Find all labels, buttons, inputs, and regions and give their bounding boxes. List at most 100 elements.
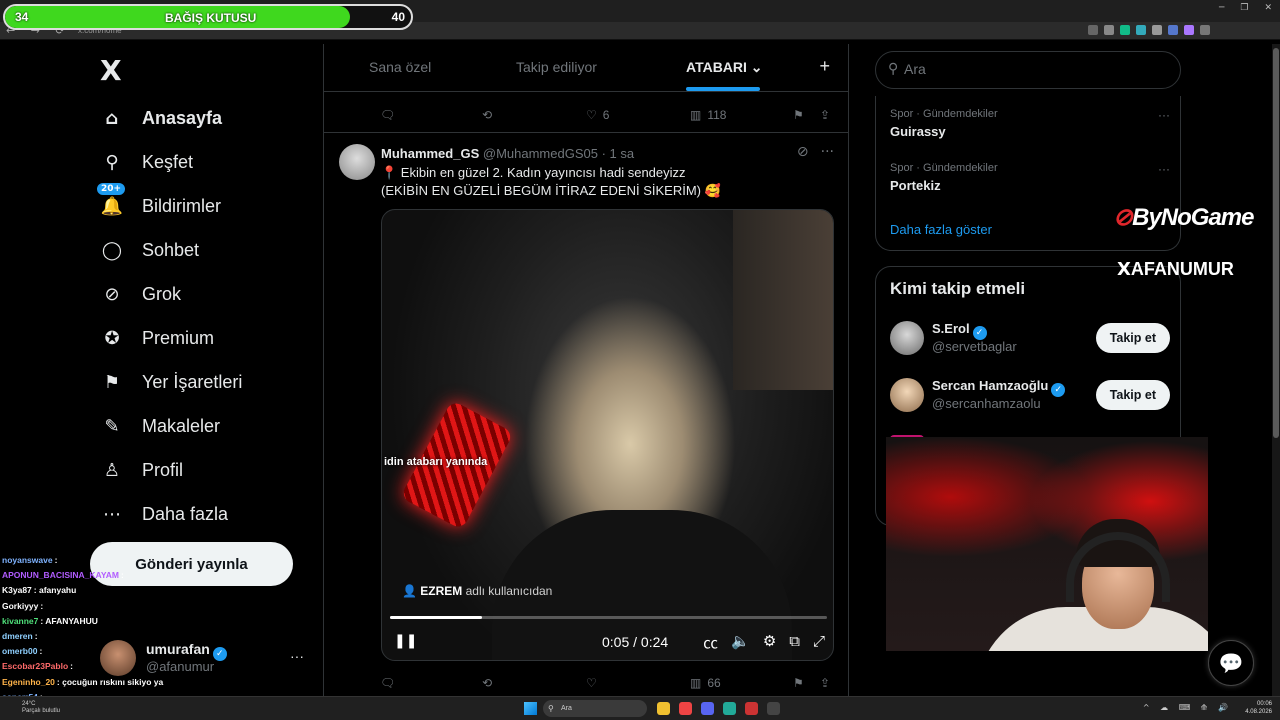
sidebar-item-label: Sohbet [142, 239, 200, 260]
notification-badge: 20+ [96, 182, 127, 196]
trend-category: Spor · Gündemdekiler [890, 108, 998, 120]
donation-progress-bar: 34 BAĞIŞ KUTUSU 40 [3, 4, 413, 30]
taskbar-apps[interactable] [657, 702, 780, 715]
sidebar-item-label: Grok [142, 283, 182, 304]
views-button[interactable]: ▥ 118 [690, 108, 726, 122]
reply-icon[interactable]: 🗨 [380, 108, 395, 122]
chat-username: Escobar23Pablo [2, 661, 69, 672]
volume-icon[interactable]: 🔈 [731, 632, 750, 653]
account-switcher[interactable]: umurafan ✓ @afanumur ··· [100, 638, 312, 678]
chat-message: APONUN_BACISINA_KAYAM: [2, 568, 202, 583]
follow-button[interactable]: Takip et [1095, 323, 1170, 353]
sidebar-item-articles[interactable]: ✎ Makaleler [96, 404, 242, 448]
reply-icon[interactable]: 🗨 [380, 676, 395, 690]
tab-following[interactable]: Takip ediliyor [516, 59, 597, 75]
share-icon[interactable]: ⇪ [820, 108, 830, 122]
suggestion-handle: @sercanhamzaolu [932, 396, 1041, 411]
grok-icon[interactable]: ⊘ [797, 144, 809, 160]
messages-fab-icon[interactable]: 💬 [1208, 640, 1254, 686]
search-icon: ⚲ [548, 704, 554, 713]
view-count: 118 [707, 108, 727, 122]
x-logo[interactable]: X [100, 54, 122, 87]
more-icon: ⋯ [103, 503, 121, 525]
chat-username: omerb00 [2, 646, 38, 657]
follow-suggestion[interactable]: S.Erol ✓ @servetbaglar Takip et [890, 319, 1170, 359]
extension-icons[interactable] [1088, 25, 1210, 35]
chat-separator: : [120, 570, 124, 581]
tweet-author-handle[interactable]: @MuhammedGS05 [483, 146, 598, 161]
heart-icon[interactable]: ♡ [586, 676, 597, 690]
chat-separator: : [34, 631, 38, 642]
chat-separator: : [54, 555, 58, 565]
chat-username: noyanswave [2, 555, 53, 565]
chat-text: afanyahu [38, 585, 77, 596]
sidebar-item-label: Makaleler [142, 415, 221, 436]
taskbar-search[interactable]: ⚲ Ara [543, 700, 647, 717]
more-options-icon[interactable]: ··· [1158, 162, 1170, 176]
chat-username: APONUN_BACISINA_KAYAM [2, 570, 119, 581]
tweet-timestamp[interactable]: · 1 sa [602, 146, 635, 161]
fullscreen-icon[interactable]: ⤢ [813, 632, 825, 653]
like-button[interactable]: ♡ 6 [586, 108, 609, 122]
sidebar-item-grok[interactable]: ⊘ Grok [96, 272, 242, 316]
verified-badge-icon: ✓ [1051, 383, 1066, 397]
scroll-thumb[interactable] [1273, 48, 1279, 438]
more-options-icon[interactable]: ··· [821, 144, 834, 160]
sidebar-item-more[interactable]: ⋯ Daha fazla [96, 492, 242, 536]
window-controls[interactable]: ─ ❐ ✕ [1219, 3, 1272, 13]
follow-suggestion[interactable]: Sercan Hamzaoğlu ✓ @sercanhamzaolu Takip … [890, 376, 1170, 416]
retweet-icon[interactable]: ⟲ [482, 108, 492, 122]
taskbar-clock[interactable]: 00:06 4.08.2026 [1245, 700, 1272, 716]
more-options-icon[interactable]: ··· [1158, 108, 1170, 122]
tab-for-you[interactable]: Sana özel [369, 59, 431, 75]
heart-icon: ♡ [586, 108, 597, 122]
weather-widget[interactable]: 24°C Parçalı bulutlu [22, 701, 60, 715]
sidebar-item-label: Yer İşaretleri [142, 371, 243, 392]
sidebar-item-label: Anasayfa [142, 107, 223, 128]
add-tab-icon[interactable]: + [819, 56, 830, 77]
bookmark-icon[interactable]: ⚑ [793, 676, 804, 690]
sidebar-item-premium[interactable]: ✪ Premium [96, 316, 242, 360]
bynogame-logo: ⊘ByNoGame [1113, 204, 1254, 231]
start-icon[interactable] [524, 702, 537, 715]
sidebar-item-explore[interactable]: ⚲ Keşfet [96, 140, 242, 184]
tweet-line: 📍 Ekibin en güzel 2. Kadın yayıncısı had… [381, 165, 686, 180]
tab-atabari[interactable]: ATABARI ⌄ [686, 59, 763, 76]
video-progress-bar[interactable] [390, 616, 827, 619]
sidebar-item-chat[interactable]: ◯ Sohbet [96, 228, 242, 272]
suggestion-name: S.Erol ✓ [932, 321, 987, 340]
follow-button[interactable]: Takip et [1095, 380, 1170, 410]
sidebar-item-label: Keşfet [142, 151, 194, 172]
video-credit[interactable]: 👤 EZREM adlı kullanıcıdan [402, 584, 552, 598]
trend-item[interactable]: Spor · Gündemdekiler Portekiz ··· [890, 162, 1170, 193]
show-more-link[interactable]: Daha fazla göster [890, 222, 992, 237]
chat-text: AFANYAHUU [45, 615, 98, 626]
pip-icon[interactable]: ⧉ [789, 632, 800, 653]
scrollbar[interactable] [1272, 44, 1280, 696]
system-tray-icons[interactable]: ^ ☁ ⌨ ⟰ 🔊 [1143, 703, 1232, 712]
share-icon[interactable]: ⇪ [820, 676, 830, 690]
sidebar-item-notifications[interactable]: 🔔 20+ Bildirimler [96, 182, 242, 228]
avatar[interactable] [339, 144, 375, 180]
bookmark-icon[interactable]: ⚑ [793, 108, 804, 122]
like-count: 6 [602, 108, 610, 122]
views-button[interactable]: ▥ 66 [690, 676, 721, 690]
verified-badge-icon: ✓ [212, 647, 227, 661]
sidebar-item-profile[interactable]: ♙ Profil [96, 448, 242, 492]
search-input[interactable] [904, 61, 1164, 77]
sidebar-item-home[interactable]: ⌂ Anasayfa [96, 96, 242, 140]
trend-item[interactable]: Spor · Gündemdekiler Guirassy ··· [890, 108, 1170, 139]
views-icon: ▥ [690, 676, 702, 690]
tweet-author-name[interactable]: Muhammed_GS [381, 146, 479, 161]
more-options-icon[interactable]: ··· [290, 648, 304, 664]
pause-icon[interactable]: ❚❚ [394, 633, 417, 649]
settings-icon[interactable]: ⚙ [763, 632, 776, 653]
sidebar-item-bookmarks[interactable]: ⚑ Yer İşaretleri [96, 360, 242, 404]
avatar [890, 321, 924, 355]
captions-icon[interactable]: ㏄ [703, 632, 718, 653]
video-player[interactable]: idin atabarı yanında 👤 EZREM adlı kullan… [381, 209, 834, 661]
tweet-text: 📍 Ekibin en güzel 2. Kadın yayıncısı had… [381, 164, 831, 200]
video-time: 0:05 / 0:24 [602, 634, 669, 650]
retweet-icon[interactable]: ⟲ [482, 676, 492, 690]
trend-name: Portekiz [890, 178, 941, 193]
